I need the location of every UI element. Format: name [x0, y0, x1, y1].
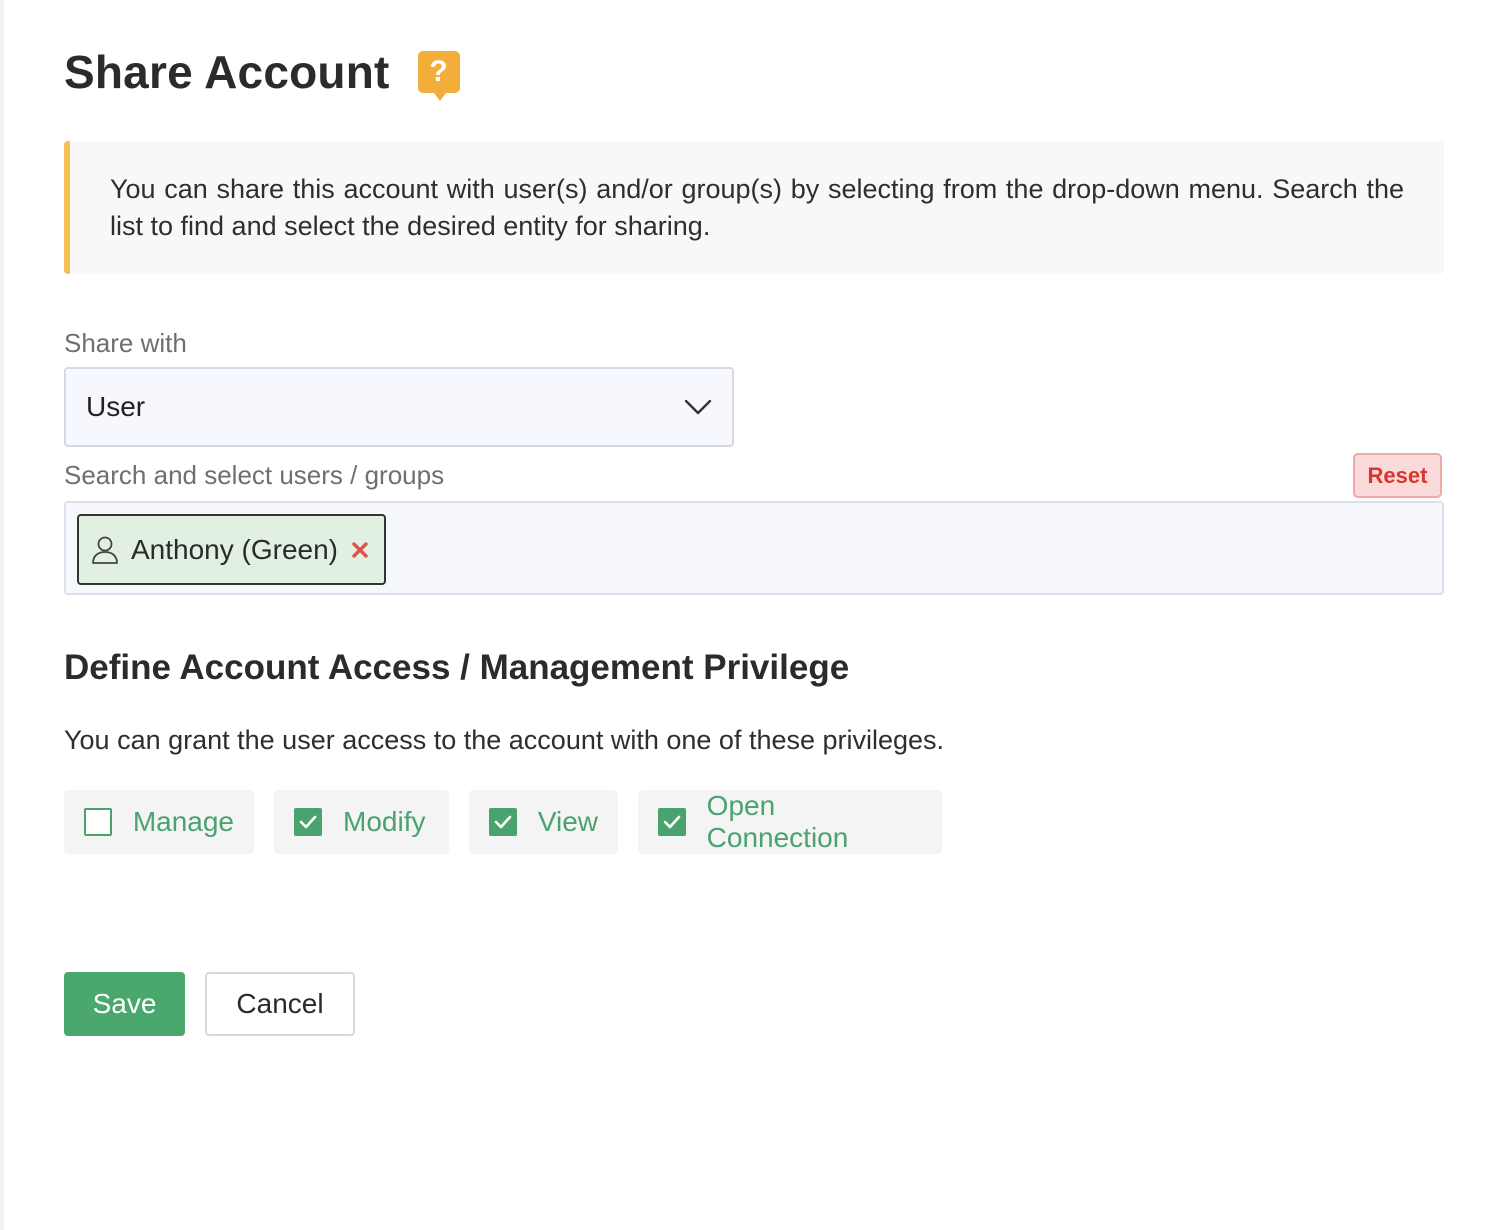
privilege-open-connection[interactable]: Open Connection [638, 790, 942, 854]
close-icon[interactable] [350, 540, 370, 560]
left-divider [0, 0, 4, 1230]
privilege-label: Manage [132, 806, 234, 837]
privilege-manage[interactable]: Manage [64, 790, 254, 854]
share-with-label: Share with [64, 328, 187, 358]
user-icon [91, 535, 119, 565]
header: Share Account ? [64, 44, 460, 101]
privilege-label: View [537, 806, 598, 837]
share-with-select[interactable]: User [64, 367, 734, 447]
cancel-button[interactable]: Cancel [205, 972, 355, 1036]
checkbox-checked-icon[interactable] [489, 808, 517, 836]
privilege-view[interactable]: View [469, 790, 618, 854]
reset-button[interactable]: Reset [1353, 453, 1442, 498]
privilege-label: Open Connection [706, 790, 849, 853]
help-button[interactable]: ? [417, 51, 460, 101]
privilege-section-title: Define Account Access / Management Privi… [64, 648, 850, 687]
info-text: You can share this account with user(s) … [110, 174, 1404, 241]
privilege-modify[interactable]: Modify [274, 790, 449, 854]
checkbox-unchecked-icon[interactable] [84, 808, 112, 836]
privilege-description: You can grant the user access to the acc… [64, 725, 945, 755]
chevron-down-icon [684, 393, 712, 421]
info-callout: You can share this account with user(s) … [64, 141, 1444, 274]
question-icon: ? [429, 55, 448, 88]
privilege-label: Modify [343, 806, 426, 837]
selected-entity-chip: Anthony (Green) [77, 514, 386, 585]
search-select-field[interactable]: Anthony (Green) [64, 501, 1444, 595]
checkbox-checked-icon[interactable] [658, 808, 686, 836]
chip-label: Anthony (Green) [131, 533, 338, 565]
save-button[interactable]: Save [64, 972, 185, 1036]
checkbox-checked-icon[interactable] [294, 808, 322, 836]
search-label: Search and select users / groups [64, 460, 445, 490]
page-title: Share Account [64, 46, 390, 98]
share-with-value: User [86, 391, 146, 422]
